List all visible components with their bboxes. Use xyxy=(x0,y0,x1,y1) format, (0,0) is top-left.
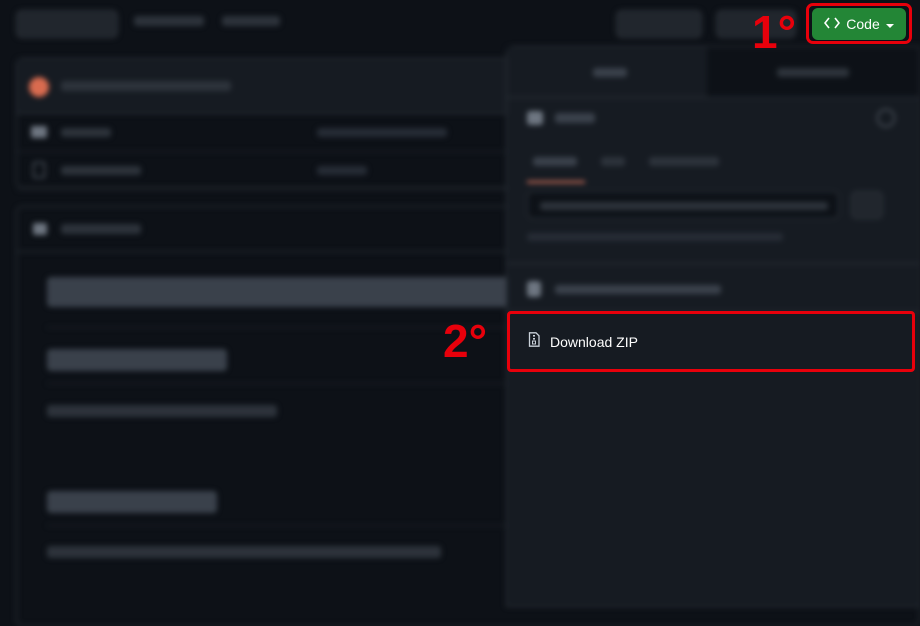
clone-hint xyxy=(527,233,783,241)
open-with-desktop-item[interactable] xyxy=(555,285,721,294)
clone-heading xyxy=(555,113,595,123)
tags-link[interactable] xyxy=(222,16,280,26)
branch-select[interactable] xyxy=(16,10,118,38)
branches-link[interactable] xyxy=(134,16,204,26)
highlight-box-step-2 xyxy=(507,311,915,372)
readme-subheading xyxy=(47,491,217,513)
tab-local[interactable] xyxy=(507,47,707,97)
help-icon[interactable] xyxy=(877,109,895,127)
go-to-file-button[interactable] xyxy=(616,10,702,38)
clone-url-input[interactable] xyxy=(527,191,839,219)
tab-https[interactable] xyxy=(533,157,577,166)
latest-commit-bar xyxy=(17,59,555,114)
copy-icon[interactable] xyxy=(851,191,883,219)
step-1-annotation: 1° xyxy=(752,6,796,58)
file-row[interactable] xyxy=(17,114,555,152)
readme-heading xyxy=(47,277,517,307)
dropdown-tabs xyxy=(507,47,919,98)
readme-subheading xyxy=(47,349,227,371)
tab-ssh[interactable] xyxy=(601,157,625,166)
readme-paragraph xyxy=(47,405,277,417)
terminal-icon xyxy=(527,111,543,125)
file-row[interactable] xyxy=(17,152,555,190)
blurred-background xyxy=(0,0,920,626)
tab-codespaces[interactable] xyxy=(707,47,919,97)
readme-paragraph xyxy=(47,546,441,558)
step-2-annotation: 2° xyxy=(443,315,487,367)
file-list xyxy=(16,58,556,190)
highlight-box-step-1 xyxy=(806,3,912,44)
avatar xyxy=(29,77,49,97)
divider xyxy=(507,263,919,264)
tab-github-cli[interactable] xyxy=(649,157,719,166)
active-tab-underline xyxy=(527,181,585,183)
desktop-icon xyxy=(527,281,541,297)
